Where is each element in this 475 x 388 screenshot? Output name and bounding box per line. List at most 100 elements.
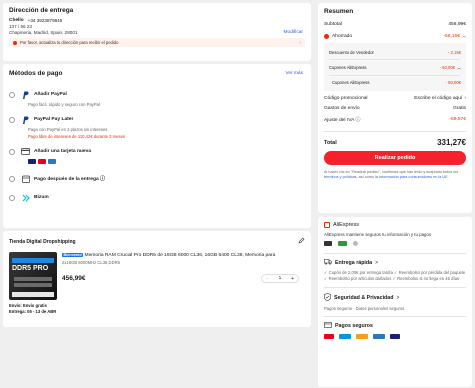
saved-label: Ahorrado [332, 33, 353, 39]
secure-payment-title: Pagos seguros [335, 322, 373, 329]
payment-more-link[interactable]: Ver más [285, 71, 303, 76]
coupons-value: - 50,00€ [439, 65, 455, 70]
radio-button[interactable] [9, 116, 15, 123]
mastercard-icon [324, 333, 334, 339]
increase-quantity-button[interactable]: + [291, 276, 294, 282]
total-label: Total [324, 139, 337, 146]
payment-method-promo: Pago libre de intereses de 110,42€ duran… [28, 134, 125, 139]
shield-badge-icon [353, 241, 358, 246]
payment-title: Métodos de pago [9, 70, 63, 77]
chevron-right-icon: > [396, 294, 400, 301]
welcome-badge: Bienvenid [62, 253, 84, 257]
security-privacy-link[interactable]: Seguridad & Privacidad > [324, 292, 466, 303]
subtotal-label: Subtotal [324, 22, 342, 27]
radio-button[interactable] [9, 148, 15, 155]
trust-brand: AliExpress [333, 222, 359, 228]
product-title[interactable]: Memoria RAM Crucial Pro DDR5 de 16GB 600… [85, 253, 276, 258]
payment-method-new-card[interactable]: Añadir una tarjeta nueva [9, 147, 305, 164]
vat-value: -69,57€ [449, 117, 466, 122]
radio-button[interactable] [9, 91, 15, 98]
security-desc: Pagos seguros · Datos personales seguros [324, 305, 405, 311]
chevron-up-icon: ︿ [462, 33, 466, 38]
coupons2-label: Cupones AliExpress [332, 79, 370, 85]
product-variant[interactable]: 2x16GB 6000MHz CL36,DDR5 [62, 260, 305, 265]
card-icon [21, 147, 30, 156]
mastercard-icon [38, 159, 46, 164]
address-card: Dirección de entrega Chello +34 39238798… [3, 3, 311, 61]
bizum-icon [21, 193, 30, 202]
terms-link[interactable]: términos y políticas [324, 175, 357, 179]
place-order-button[interactable]: Realizar pedido [324, 151, 466, 165]
payment-method-paypal-later[interactable]: PayPal Pay Later Paga con PayPal en 3 pl… [9, 115, 305, 139]
payment-card: Métodos de pago Ver más Añadir PayPal Pa… [3, 64, 311, 228]
radio-button[interactable] [9, 175, 15, 182]
quantity-value[interactable]: 1 [279, 276, 282, 281]
summary-card: Resumen Subtotal 456,99€ Ahorrado -56,15… [318, 3, 472, 213]
payment-method-bizum[interactable]: Bizum [9, 193, 305, 202]
payment-logos [324, 333, 466, 339]
payment-method-desc: Pago fácil, rápido y seguro con PayPal [28, 102, 100, 107]
promo-code-row[interactable]: Código promocional Escribe el código aqu… [324, 96, 466, 101]
payment-method-label: Pago después de la entrega ⓘ [34, 177, 105, 182]
subtotal-value: 456,99€ [448, 22, 466, 27]
card-icon [324, 321, 333, 330]
savings-toggle[interactable]: Ahorrado -56,15€ ︿ [324, 33, 466, 39]
payment-method-label: Añadir PayPal [34, 92, 67, 97]
chevron-right-icon: › [299, 39, 301, 46]
store-name[interactable]: Tienda Digital Dropshipping [9, 239, 76, 245]
address-warning-text: Por favor, actualiza tu dirección para r… [20, 40, 119, 45]
consumer-info-link[interactable]: información para consumidores en la UE [379, 175, 448, 179]
edit-icon[interactable] [298, 237, 305, 246]
payment-method-desc: Paga con PayPal en 3 plazos sin interese… [28, 127, 108, 132]
fast-delivery-desc: ✓ Cupón de 2,00€ por entrega tardía ✓ Re… [324, 270, 466, 281]
truck-icon [324, 259, 332, 267]
legal-text-part: Al hacer clic en "Realizar pedido", conf… [324, 170, 459, 174]
modify-address-link[interactable]: Modificar [284, 30, 303, 35]
chevron-right-icon: > [375, 260, 379, 266]
payment-method-label: PayPal Pay Later [34, 117, 74, 122]
safekey-icon [373, 333, 385, 339]
payment-method-paypal[interactable]: Añadir PayPal Pago fácil, rápido y segur… [9, 90, 305, 107]
address-line1: 137 / 56 23 [9, 24, 32, 29]
shield-icon [324, 292, 331, 303]
decrease-quantity-button[interactable]: − [266, 276, 269, 282]
aliexpress-logo-icon [324, 222, 330, 228]
address-line2: Chapineria, Madrid, Spain, 28001 [9, 30, 78, 35]
amex-icon [48, 159, 56, 164]
legal-text-part: , así como la [356, 175, 380, 179]
chevron-up-icon[interactable]: ︿ [457, 65, 461, 71]
store-card: Tienda Digital Dropshipping DDR5 PRO Bie… [3, 231, 311, 327]
address-name: Chello [9, 18, 24, 23]
paypal-icon [21, 115, 30, 124]
mastercard-id-icon [356, 333, 368, 339]
security-badge-icon [324, 241, 332, 246]
trust-card: AliExpress AliExpress mantiene seguros t… [318, 217, 472, 387]
seller-discount-label: Descuento de Vendedor [329, 50, 374, 55]
product-image[interactable]: DDR5 PRO [9, 252, 57, 300]
security-title: Seguridad & Privacidad [334, 294, 394, 301]
coupons-label: Cupones AliExpress [329, 65, 367, 70]
product-price: 456,99€ [62, 275, 86, 282]
shipping-cost-value: Gratis [452, 106, 466, 111]
payment-method-label: Bizum [34, 195, 49, 200]
radio-button[interactable] [9, 194, 15, 201]
address-phone: +34 3923879845 [27, 18, 63, 23]
summary-title: Resumen [324, 8, 354, 15]
trust-desc: AliExpress mantiene seguros tu informaci… [324, 232, 432, 237]
quantity-stepper: − 1 + [261, 274, 299, 283]
legal-text-part: . [447, 175, 449, 179]
vat-label[interactable]: Ajuste del IVA ⓘ [324, 116, 360, 123]
address-warning[interactable]: Por favor, actualiza tu dirección para r… [9, 38, 305, 47]
product-box-text: DDR5 PRO [12, 265, 49, 272]
payment-method-label: Añadir una tarjeta nueva [34, 149, 92, 154]
chevron-right-icon: › [464, 96, 466, 101]
warning-icon [13, 40, 17, 45]
jcb-icon [390, 333, 400, 339]
fast-delivery-link[interactable]: Entrega rápida > [324, 259, 466, 267]
payment-method-after-delivery[interactable]: Pago después de la entrega ⓘ [9, 174, 305, 183]
visa-icon [28, 159, 36, 164]
legal-text: Al hacer clic en "Realizar pedido", conf… [324, 170, 466, 180]
promo-code-input[interactable]: Escribe el código aquí [414, 96, 462, 101]
delivery-date: Entrega: 05 - 13 de ABR [9, 309, 57, 314]
verified-badge-icon [338, 241, 347, 246]
